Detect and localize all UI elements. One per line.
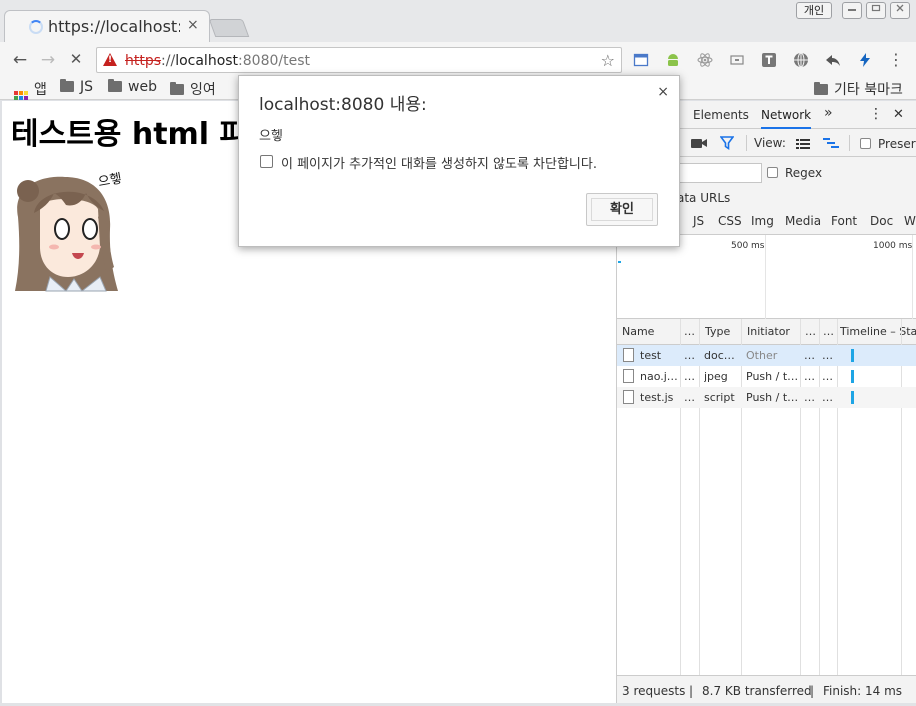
globe-icon[interactable]: [793, 52, 809, 68]
dialog-close-icon[interactable]: ×: [657, 84, 669, 100]
profile-button[interactable]: 개인: [796, 2, 832, 19]
column-timeline[interactable]: Timeline – Start: [840, 325, 916, 338]
finish-time: Finish: 14 ms: [823, 684, 903, 698]
alert-dialog: localhost:8080 내용: × 으헿 이 페이지가 추가적인 대화를 …: [238, 75, 680, 247]
folder-icon: [60, 79, 74, 92]
network-grid-header: Name … Type Initiator … … Timeline – Sta…: [617, 319, 916, 345]
stop-loading-icon[interactable]: ✕: [66, 50, 86, 68]
table-row[interactable]: nao.j… … jpeg Push / t… … …: [617, 366, 916, 387]
filter-icon[interactable]: [719, 136, 735, 153]
not-secure-warning-icon[interactable]: [103, 53, 117, 66]
window-extension-icon[interactable]: [633, 52, 649, 68]
document-file-icon: [623, 390, 634, 404]
ok-button-focus-ring: [591, 198, 653, 221]
timeline-bar: [851, 391, 854, 404]
status-separator: |: [689, 684, 694, 698]
column-type[interactable]: Type: [705, 325, 743, 338]
document-file-icon: [623, 369, 634, 383]
type-filter-font[interactable]: Font: [831, 214, 857, 228]
network-grid-body: test … doc… Other … … nao.j… … jpeg Push…: [617, 345, 916, 675]
capture-screenshots-icon[interactable]: [691, 137, 707, 152]
view-label: View:: [754, 136, 786, 150]
react-devtools-icon[interactable]: [697, 52, 713, 68]
overview-label-1000ms: 1000 ms: [873, 241, 913, 251]
preserve-log-checkbox[interactable]: [860, 138, 871, 149]
column-time[interactable]: …: [823, 325, 837, 338]
dialog-message: 으헿: [259, 129, 283, 144]
overview-label-500ms: 500 ms: [731, 241, 765, 251]
column-size[interactable]: …: [805, 325, 819, 338]
type-filter-media[interactable]: Media: [785, 214, 821, 228]
overview-activity-mark: [618, 261, 621, 263]
transferred-size: 8.7 KB transferred: [702, 684, 812, 698]
folder-icon: [814, 82, 828, 95]
folder-icon: [170, 82, 184, 95]
bookmark-other-folder[interactable]: 기타 북마크: [814, 79, 903, 99]
type-filter-ws[interactable]: W: [904, 214, 916, 228]
back-arrow-icon[interactable]: ←: [10, 50, 30, 70]
column-status[interactable]: …: [684, 325, 698, 338]
bookmark-folder-web[interactable]: web: [108, 79, 157, 95]
browser-tab[interactable]: https://localhost:8080/test ×: [4, 10, 210, 43]
page-heading: 테스트용 html 파: [11, 117, 248, 152]
bookmark-folder-js[interactable]: JS: [60, 79, 93, 95]
forward-arrow-icon[interactable]: →: [38, 50, 58, 70]
column-initiator[interactable]: Initiator: [747, 325, 801, 338]
network-overview[interactable]: 500 ms 1000 ms: [617, 235, 916, 319]
bookmark-star-icon[interactable]: ☆: [601, 51, 615, 70]
type-filter-css[interactable]: CSS: [718, 214, 742, 228]
loading-spinner-icon: [29, 20, 43, 34]
cast-extension-icon[interactable]: [729, 52, 745, 68]
more-tabs-icon[interactable]: »: [824, 105, 833, 121]
cartoon-girl-image: 으헿: [15, 171, 123, 292]
document-file-icon: [623, 348, 634, 362]
text-extension-icon[interactable]: [761, 52, 777, 68]
folder-icon: [108, 79, 122, 92]
waterfall-view-icon[interactable]: [823, 138, 839, 152]
reply-arrow-icon[interactable]: [825, 52, 841, 68]
table-row[interactable]: test.js … script Push / t… … …: [617, 387, 916, 408]
overview-gridline: [765, 235, 766, 319]
dialog-title: localhost:8080 내용:: [259, 95, 427, 115]
table-row[interactable]: test … doc… Other … …: [617, 345, 916, 366]
type-filter-doc[interactable]: Doc: [870, 214, 893, 228]
tab-elements[interactable]: Elements: [693, 108, 749, 122]
type-filter-img[interactable]: Img: [751, 214, 774, 228]
window-close-icon[interactable]: [890, 2, 910, 19]
type-filter-js[interactable]: JS: [693, 214, 704, 228]
tab-title: https://localhost:8080/test: [48, 17, 180, 36]
status-separator: |: [810, 684, 815, 698]
ok-button[interactable]: 확인: [586, 193, 658, 226]
devtools-menu-icon[interactable]: ⋮: [869, 106, 883, 122]
request-count: 3 requests: [622, 684, 686, 698]
minimize-icon[interactable]: [842, 2, 862, 19]
preserve-log-label: Preser: [878, 137, 916, 151]
tab-close-icon[interactable]: ×: [187, 17, 199, 33]
suppress-dialogs-checkbox[interactable]: [260, 155, 273, 168]
tab-network[interactable]: Network: [761, 108, 812, 129]
list-view-icon[interactable]: [796, 138, 810, 152]
new-tab-button[interactable]: [208, 19, 250, 37]
timeline-bar: [851, 370, 854, 383]
regex-checkbox[interactable]: [767, 167, 778, 178]
browser-toolbar: ← → ✕ https://localhost:8080/test ☆ ⋮: [0, 42, 916, 78]
toolbar-divider: [746, 135, 747, 151]
column-name[interactable]: Name: [622, 325, 680, 338]
android-icon[interactable]: [665, 52, 681, 68]
suppress-dialogs-label[interactable]: 이 페이지가 추가적인 대화를 생성하지 않도록 차단합니다.: [281, 153, 597, 172]
address-bar[interactable]: https://localhost:8080/test ☆: [96, 47, 622, 73]
devtools-close-icon[interactable]: ✕: [893, 107, 904, 122]
timeline-bar: [851, 349, 854, 362]
regex-label: Regex: [785, 166, 823, 180]
chrome-menu-icon[interactable]: ⋮: [888, 52, 904, 68]
bookmark-folder-other-1[interactable]: 잉여: [170, 79, 216, 99]
toolbar-divider: [849, 135, 850, 151]
maximize-icon[interactable]: [866, 2, 886, 19]
network-status-bar: 3 requests | 8.7 KB transferred | Finish…: [617, 675, 916, 703]
lightning-icon[interactable]: [857, 52, 873, 68]
hide-data-urls-label[interactable]: ata URLs: [677, 191, 730, 205]
cartoon-caption: 으헿: [97, 171, 123, 190]
tab-strip: https://localhost:8080/test × 개인: [0, 0, 916, 43]
address-url: https://localhost:8080/test: [125, 53, 310, 69]
